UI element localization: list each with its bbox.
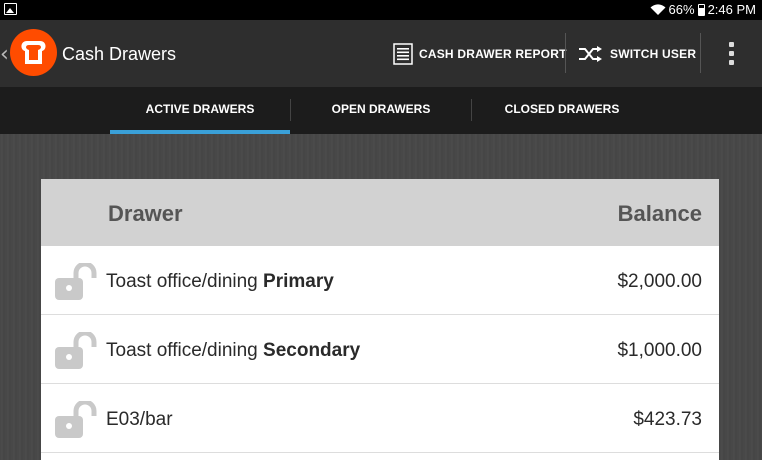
drawer-name-bold: Secondary [263,340,361,361]
unlocked-icon [55,263,97,300]
table-row[interactable]: Toast office/dining Primary $2,000.00 [41,246,719,315]
app-bar: ‹ Cash Drawers CASH DRAWER REPORT SWITCH… [0,20,762,87]
tab-open-drawers[interactable]: OPEN DRAWERS [291,87,471,134]
toast-bread-icon [21,41,46,64]
drawer-name: Toast office/dining Secondary [106,340,360,362]
drawer-name-bold: Primary [263,271,334,292]
cash-drawer-report-label: CASH DRAWER REPORT [419,46,567,61]
toolbar-divider [565,33,566,73]
tab-label: ACTIVE DRAWERS [145,101,255,116]
drawer-balance: $1,000.00 [617,340,702,361]
report-document-icon [393,42,413,65]
wifi-icon [650,3,666,15]
tab-label: CLOSED DRAWERS [504,101,620,116]
page-title: Cash Drawers [62,44,177,64]
content-area: Drawer Balance Toast office/dining Prima… [0,134,762,460]
overflow-menu-icon[interactable] [729,42,735,66]
battery-percent: 66% [668,2,695,17]
tab-active-drawers[interactable]: ACTIVE DRAWERS [110,87,290,134]
shuffle-icon [579,45,602,62]
switch-user-label: SWITCH USER [610,46,697,61]
tab-closed-drawers[interactable]: CLOSED DRAWERS [472,87,652,134]
table-row[interactable]: E03/bar $423.73 [41,384,719,453]
tab-bar: ACTIVE DRAWERS OPEN DRAWERS CLOSED DRAWE… [0,87,762,134]
drawer-column-header: Drawer [108,201,183,226]
cash-drawer-report-button[interactable]: CASH DRAWER REPORT [393,20,567,87]
clock: 2:46 PM [707,2,756,17]
drawer-name-prefix: Toast office/dining [106,271,258,292]
toast-logo[interactable] [10,29,57,76]
drawers-table: Drawer Balance Toast office/dining Prima… [41,179,719,460]
balance-column-header: Balance [617,201,702,226]
drawer-name: E03/bar [106,409,173,431]
drawer-name-prefix: Toast office/dining [106,340,258,361]
unlocked-icon [55,332,97,369]
table-header: Drawer Balance [41,179,719,246]
battery-icon [697,3,705,16]
drawer-balance: $2,000.00 [617,271,702,292]
status-bar: 66% 2:46 PM [0,0,762,20]
switch-user-button[interactable]: SWITCH USER [578,20,696,87]
drawer-balance: $423.73 [633,409,702,430]
status-right: 66% 2:46 PM [650,2,756,17]
back-chevron-icon[interactable]: ‹ [0,42,9,67]
drawer-name-prefix: E03/bar [106,409,173,430]
unlocked-icon [55,401,97,438]
toolbar-divider [700,33,701,73]
table-row[interactable]: Toast office/dining Secondary $1,000.00 [41,315,719,384]
drawer-name: Toast office/dining Primary [106,271,334,293]
tab-label: OPEN DRAWERS [331,101,431,116]
image-notification-icon [4,3,17,15]
